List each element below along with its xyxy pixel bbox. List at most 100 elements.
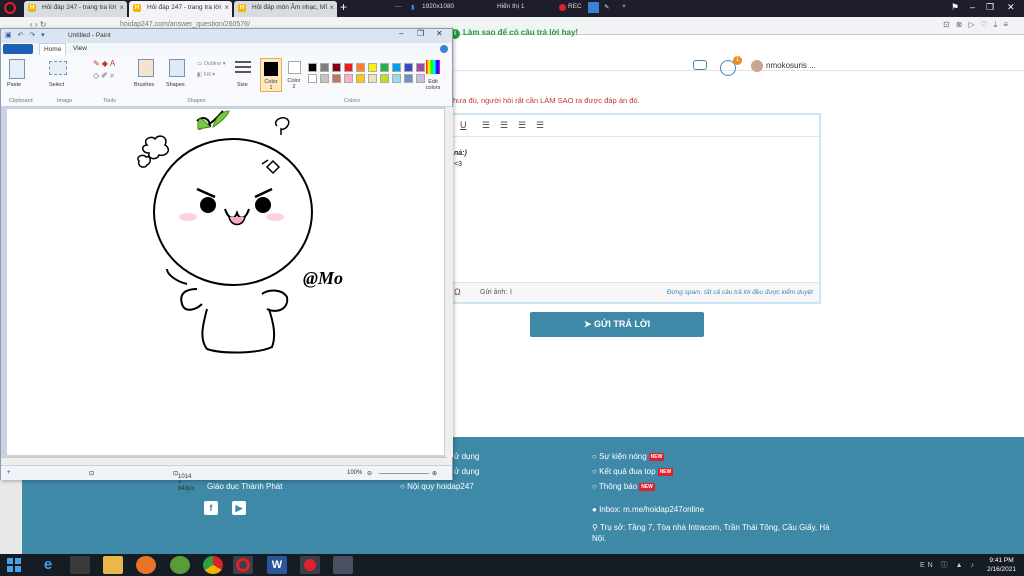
palette-swatch[interactable]	[320, 63, 329, 72]
paste-icon[interactable]	[9, 59, 25, 79]
tray-icons[interactable]: EN ⓘ ▲ ♪	[920, 560, 977, 570]
stop-icon[interactable]	[588, 2, 599, 13]
footer-link-events[interactable]: ○ Sự kiện nóng NEW	[592, 452, 665, 461]
tools-icons-row2[interactable]: ◇✐⌕	[93, 71, 116, 81]
palette-swatch[interactable]	[332, 74, 341, 83]
close-window-icon[interactable]: ✕	[1007, 2, 1015, 13]
zoom-slider[interactable]	[379, 473, 429, 474]
restore-icon[interactable]: ❐	[986, 2, 994, 13]
url-field[interactable]: hoidap247.com/answer_question/260576/	[120, 21, 250, 28]
browser-tab-1[interactable]: H Hỏi đáp 247 - trang tra lời ×	[24, 1, 127, 17]
new-tab-button[interactable]: +	[340, 0, 347, 14]
fill-button[interactable]: ◧ Fill ▾	[197, 72, 215, 78]
paint-minimize-icon[interactable]: –	[399, 29, 403, 38]
app-icon[interactable]	[170, 556, 190, 574]
clock[interactable]: 9:41 PM 2/16/2021	[987, 556, 1016, 574]
justify-icon[interactable]: ☰	[536, 120, 544, 131]
ie-icon[interactable]: e	[38, 556, 58, 574]
underline-button[interactable]: U	[460, 120, 467, 130]
quick-access-icons[interactable]: ▣ ↶ ↷ ▾	[5, 31, 47, 39]
close-recorder-icon[interactable]: ×	[622, 3, 626, 10]
footer-link-top[interactable]: ○ Kết quả đua top NEW	[592, 467, 674, 476]
pen-icon[interactable]: ✎	[604, 3, 609, 11]
edit-colors-button[interactable]: Edit colors	[422, 79, 444, 91]
omega-icon[interactable]: Ω	[454, 287, 461, 297]
size-button[interactable]: Size	[237, 82, 248, 88]
palette-swatch[interactable]	[404, 74, 413, 83]
footer-inbox[interactable]: ● Inbox: m.me/hoidap247online	[592, 505, 704, 514]
file-explorer-icon[interactable]	[103, 556, 123, 574]
footer-link[interactable]: ○ Nội quy hoidap247	[400, 482, 474, 491]
footer-link-notice[interactable]: ○ Thông báo NEW	[592, 482, 655, 491]
palette-swatch[interactable]	[344, 63, 353, 72]
paint-maximize-icon[interactable]: ❐	[417, 29, 424, 38]
palette-swatch[interactable]	[368, 74, 377, 83]
user-menu[interactable]: nmokosuris ...	[751, 60, 816, 72]
minimize-icon[interactable]: –	[970, 2, 975, 12]
color1-selector[interactable]: Color 1	[260, 58, 282, 92]
palette-swatch[interactable]	[416, 63, 425, 72]
palette-swatch[interactable]	[332, 63, 341, 72]
vertical-scrollbar[interactable]	[444, 107, 453, 457]
palette-swatch[interactable]	[308, 63, 317, 72]
align-left-icon[interactable]: ☰	[482, 120, 490, 131]
select-icon[interactable]	[49, 61, 67, 75]
paint-taskbar-icon[interactable]	[333, 556, 353, 574]
chrome-icon[interactable]	[203, 556, 223, 574]
tab-view[interactable]: View	[73, 45, 87, 52]
recorder-resolution[interactable]: 1920x1080	[422, 3, 454, 10]
recorder-display[interactable]: Hiển thị 1	[497, 3, 524, 10]
media-player-icon[interactable]	[70, 556, 90, 574]
palette-swatch[interactable]	[356, 63, 365, 72]
answer-tip-link[interactable]: i Làm sao để có câu trả lời hay!	[450, 28, 578, 39]
edit-colors-icon[interactable]	[426, 60, 440, 74]
word-icon[interactable]: W	[267, 556, 287, 574]
shapes-button[interactable]: Shapes	[166, 82, 185, 88]
palette-swatch[interactable]	[368, 63, 377, 72]
help-icon[interactable]	[440, 45, 448, 53]
tab-home[interactable]: Home	[39, 43, 67, 55]
brushes-button[interactable]: Brushes	[134, 82, 154, 88]
facebook-icon[interactable]: f	[204, 501, 218, 515]
close-tab-icon[interactable]: ×	[119, 3, 124, 12]
minimize-recorder-icon[interactable]: —	[395, 3, 402, 10]
close-tab-icon[interactable]: ×	[224, 3, 229, 12]
align-center-icon[interactable]: ☰	[500, 120, 508, 131]
palette-swatch[interactable]	[392, 63, 401, 72]
attach-image[interactable]: Gửi ảnh: ⌇	[480, 288, 513, 296]
footer-link[interactable]: ử dụng	[454, 452, 479, 461]
horizontal-scrollbar[interactable]	[1, 457, 447, 465]
browser-tab-3[interactable]: H Hỏi đáp môn Âm nhạc, Mĩ ×	[234, 1, 337, 17]
answer-editor[interactable]: U ☰ ☰ ☰ ☰ nả:) <3 Ω Gửi ảnh: ⌇ Đừng spam…	[448, 113, 821, 304]
close-tab-icon[interactable]: ×	[329, 3, 334, 12]
browser-toolbar-icons[interactable]: ⊡⊗▷♡⤓≡	[943, 20, 1014, 30]
align-right-icon[interactable]: ☰	[518, 120, 526, 131]
opera-taskbar-icon[interactable]	[233, 556, 253, 574]
palette-swatch[interactable]	[404, 63, 413, 72]
palette-swatch[interactable]	[392, 74, 401, 83]
brush-icon[interactable]	[138, 59, 154, 77]
paint-close-icon[interactable]: ✕	[436, 29, 443, 38]
firefox-icon[interactable]	[136, 556, 156, 574]
select-button[interactable]: Select	[49, 82, 64, 88]
palette-swatch[interactable]	[308, 74, 317, 83]
browser-tab-2[interactable]: H Hỏi đáp 247 - trang tra lời ×	[129, 1, 232, 17]
recorder-taskbar-icon[interactable]	[300, 556, 320, 574]
zoom-out-icon[interactable]: ⊖	[367, 470, 372, 477]
outline-button[interactable]: ▭ Outline ▾	[197, 61, 225, 67]
palette-swatch[interactable]	[320, 74, 329, 83]
color2-selector[interactable]: Color 2	[285, 58, 305, 92]
drawing-canvas[interactable]: @Mo	[7, 109, 445, 455]
pin-icon[interactable]: ⚑	[951, 2, 959, 13]
tools-icons[interactable]: ✎◆A	[93, 59, 117, 68]
size-icon[interactable]	[235, 61, 251, 75]
editor-content[interactable]: nả:) <3	[454, 148, 467, 170]
palette-swatch[interactable]	[380, 63, 389, 72]
rec-button[interactable]: REC	[568, 3, 582, 10]
footer-link[interactable]: ử dụng	[454, 467, 479, 476]
palette-swatch[interactable]	[380, 74, 389, 83]
shapes-icon[interactable]	[169, 59, 185, 77]
opera-logo-icon[interactable]	[4, 2, 16, 14]
file-menu-button[interactable]	[3, 44, 33, 54]
youtube-icon[interactable]: ▶	[232, 501, 246, 515]
